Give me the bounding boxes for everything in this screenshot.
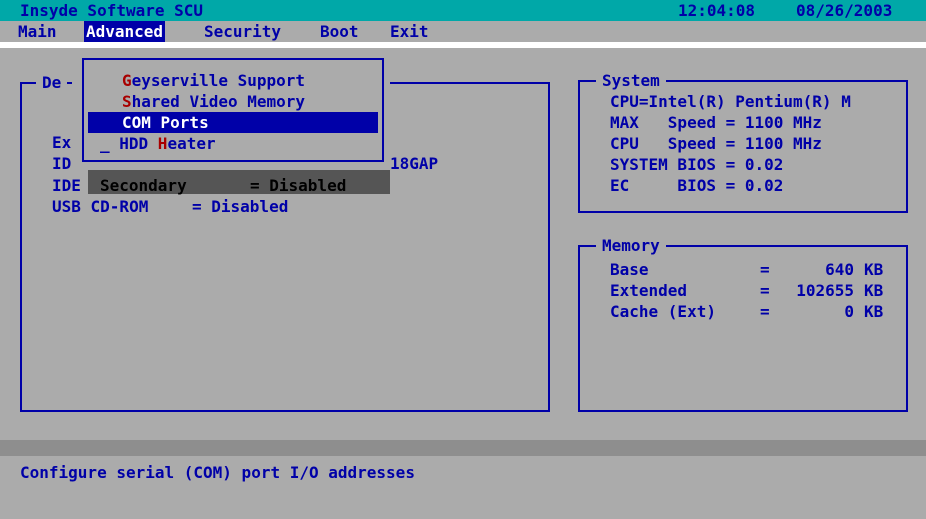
dropdown-item-shared-video-memory[interactable]: Shared Video Memory xyxy=(122,91,305,112)
clock-date: 08/26/2003 xyxy=(796,1,893,20)
system-cpu-speed: CPU Speed = 1100 MHz xyxy=(610,134,822,153)
usb-cdrom-value[interactable]: = Disabled xyxy=(192,196,288,217)
menu-exit[interactable]: Exit xyxy=(388,21,431,42)
left-row-secondary-label[interactable]: Secondary xyxy=(100,175,187,196)
menu-bar: Main Advanced Security Boot Exit xyxy=(0,21,926,42)
memory-cache-eq: = xyxy=(760,302,770,321)
status-text: Configure serial (COM) port I/O addresse… xyxy=(20,463,415,482)
memory-extended-value: 102655 xyxy=(796,281,854,300)
usb-cdrom-label[interactable]: USB CD-ROM xyxy=(52,196,148,217)
left-row-ex: Ex xyxy=(52,133,72,152)
dropdown-item-geyserville[interactable]: Geyserville Support xyxy=(122,70,305,91)
system-max-speed: MAX Speed = 1100 MHz xyxy=(610,113,822,132)
memory-base-unit: KB xyxy=(864,260,884,279)
clock-time: 12:04:08 xyxy=(678,1,756,20)
memory-base-label: Base xyxy=(610,260,649,279)
title-bar: Insyde Software SCU 12:04:08 08/26/2003 xyxy=(0,0,926,21)
menu-boot[interactable]: Boot xyxy=(318,21,361,42)
memory-extended-unit: KB xyxy=(864,281,884,300)
dropdown-item-com-ports[interactable]: COM Ports xyxy=(88,112,378,133)
dropdown-item-hdd-heater[interactable]: _ HDD Heater xyxy=(100,133,216,154)
bottom-divider xyxy=(0,440,926,456)
memory-extended-label: Extended xyxy=(610,281,688,300)
left-row-id-value: 18GAP xyxy=(390,154,439,173)
memory-base-eq: = xyxy=(760,260,770,279)
memory-base-value: 640 xyxy=(825,260,854,279)
memory-extended-eq: = xyxy=(760,281,770,300)
left-row-id: ID xyxy=(52,154,72,173)
left-panel-title: De xyxy=(36,72,68,93)
menu-advanced[interactable]: Advanced xyxy=(84,21,166,42)
left-row-ide: IDE xyxy=(52,176,81,195)
status-bar: Configure serial (COM) port I/O addresse… xyxy=(0,456,926,519)
system-ec-bios: EC BIOS = 0.02 xyxy=(610,176,784,195)
menu-main[interactable]: Main xyxy=(16,21,59,42)
memory-cache-label: Cache (Ext) xyxy=(610,302,716,321)
left-row-secondary-value[interactable]: = Disabled xyxy=(250,175,346,196)
system-bios: SYSTEM BIOS = 0.02 xyxy=(610,155,784,174)
memory-cache-value: 0 xyxy=(844,302,854,321)
memory-cache-unit: KB xyxy=(864,302,884,321)
memory-panel-title: Memory xyxy=(596,235,666,256)
system-panel-title: System xyxy=(596,70,666,91)
system-cpu-line: CPU=Intel(R) Pentium(R) M xyxy=(610,92,851,111)
menu-security[interactable]: Security xyxy=(202,21,283,42)
app-title: Insyde Software SCU xyxy=(20,1,204,20)
